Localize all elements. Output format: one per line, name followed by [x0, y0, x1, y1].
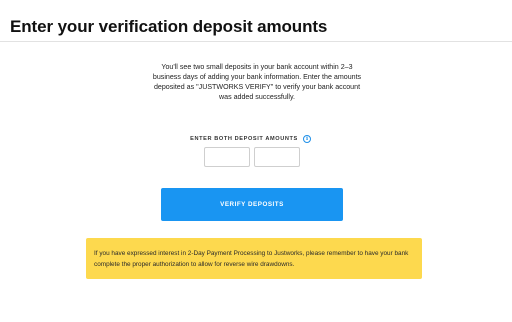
- deposit-amount-1-input[interactable]: [204, 147, 250, 167]
- verify-deposits-button[interactable]: VERIFY DEPOSITS: [161, 188, 343, 221]
- info-icon[interactable]: i: [303, 135, 311, 143]
- verification-description: You'll see two small deposits in your ba…: [152, 63, 362, 101]
- page-title: Enter your verification deposit amounts: [10, 17, 328, 36]
- deposit-amount-2-input[interactable]: [254, 147, 300, 167]
- payment-processing-notice: If you have expressed interest in 2-Day …: [86, 238, 422, 279]
- page-header: Enter your verification deposit amounts: [0, 0, 512, 42]
